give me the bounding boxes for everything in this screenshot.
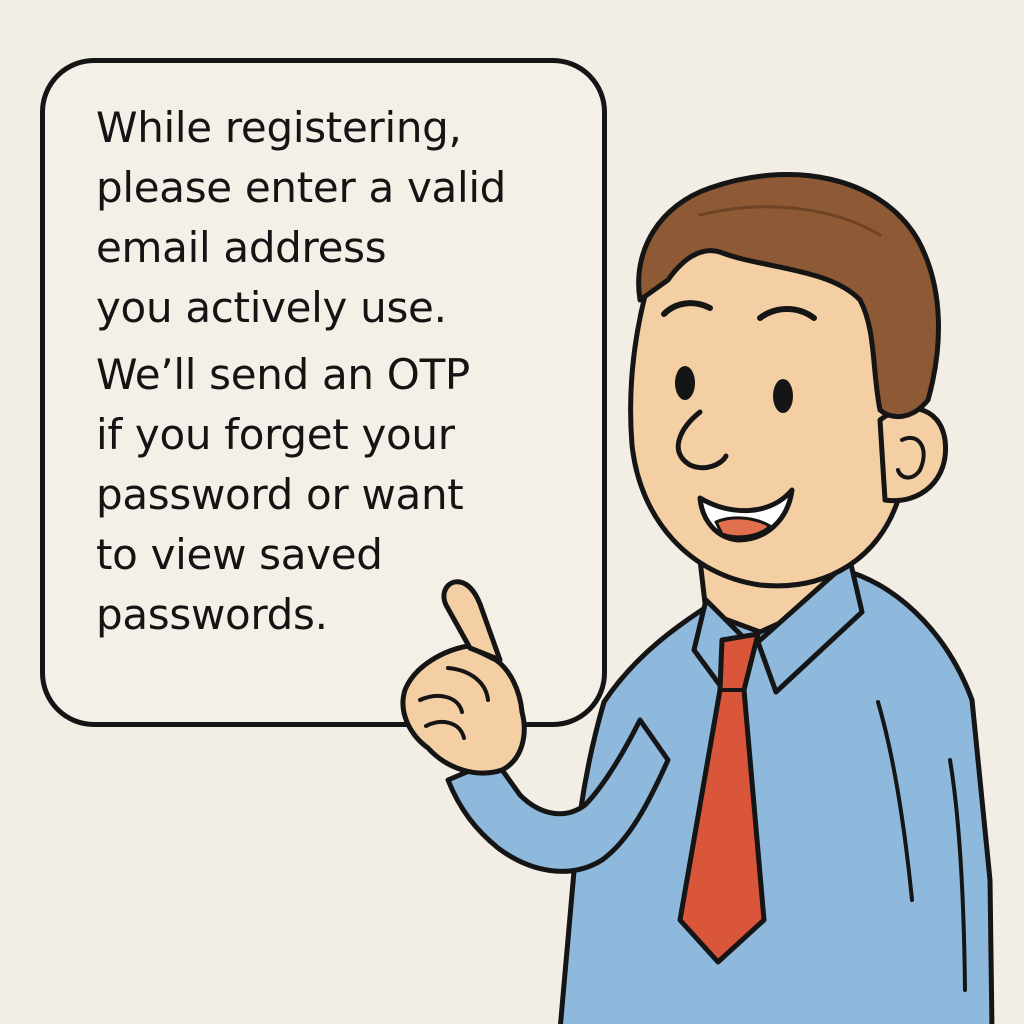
man-illustration <box>400 172 995 1024</box>
right-eye <box>773 379 793 413</box>
pointing-hand-icon <box>400 579 527 776</box>
ear <box>877 405 949 504</box>
hand-palm <box>400 643 527 776</box>
left-eye <box>675 366 695 400</box>
